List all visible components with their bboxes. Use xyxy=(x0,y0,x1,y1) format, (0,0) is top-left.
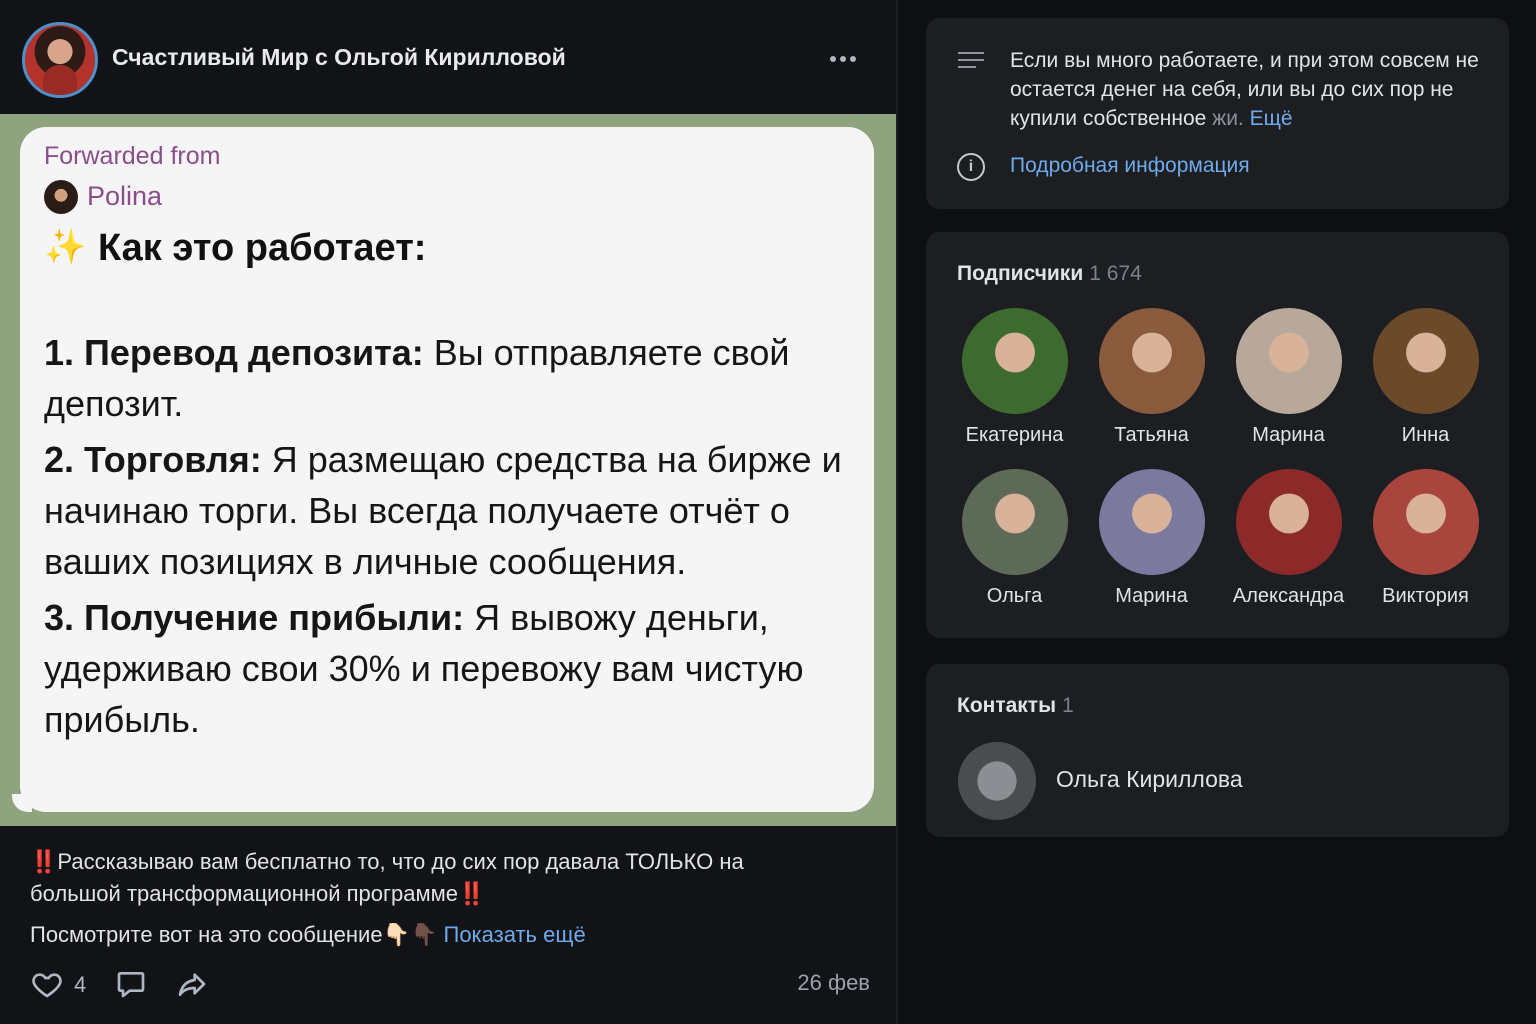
subscriber-item[interactable]: Екатерина xyxy=(946,308,1083,447)
about-more-link[interactable]: Ещё xyxy=(1250,107,1293,130)
about-card: Если вы много работаете, и при этом совс… xyxy=(926,18,1509,209)
double-exclamation-icon: ‼️ xyxy=(458,881,486,906)
post-header: Счастливый Мир с Ольгой Кирилловой xyxy=(0,0,896,114)
contacts-count: 1 xyxy=(1062,694,1074,717)
message-body: 1. Перевод депозита: Вы отправляете свой… xyxy=(44,327,844,750)
like-count: 4 xyxy=(74,972,87,997)
caption-text: Рассказываю вам бесплатно то, что до сих… xyxy=(30,849,744,906)
subscriber-item[interactable]: Марина xyxy=(1220,308,1357,447)
forwarded-image[interactable]: Forwarded from Polina ✨ Как это работает… xyxy=(0,114,896,826)
more-options-icon[interactable] xyxy=(830,56,862,66)
forwarded-author-name: Polina xyxy=(87,181,163,211)
double-exclamation-icon: ‼️ xyxy=(30,849,58,874)
subscriber-name: Марина xyxy=(1115,585,1188,607)
forwarded-from-label: Forwarded from xyxy=(44,142,221,170)
subscribers-card: Подписчики 1 674 Екатерина Татьяна Марина Ин… xyxy=(926,232,1509,638)
subscriber-avatar xyxy=(1372,308,1479,414)
contact-item[interactable]: Ольга Кириллова xyxy=(958,742,1478,822)
contacts-title-text: Контакты xyxy=(957,694,1057,717)
subscriber-avatar xyxy=(1098,308,1205,414)
subscriber-avatar xyxy=(961,308,1068,414)
step-heading: 3. Получение прибыли: xyxy=(44,597,465,638)
heart-icon[interactable] xyxy=(30,968,64,1000)
subscriber-item[interactable]: Татьяна xyxy=(1083,308,1220,447)
subscriber-name: Ольга xyxy=(986,585,1043,607)
post-date[interactable]: 26 фев xyxy=(797,970,870,996)
subscriber-item[interactable]: Инна xyxy=(1357,308,1494,447)
about-text-faded: жи. xyxy=(1212,107,1244,130)
comment-icon[interactable] xyxy=(114,968,148,1000)
caption-line2-text: Посмотрите вот на это сообщение👇🏻👇🏿 xyxy=(30,922,438,947)
app-root: Счастливый Мир с Ольгой Кирилловой Forwa… xyxy=(0,0,1536,1024)
post-actions: 4 26 фев xyxy=(30,964,870,1004)
description-icon xyxy=(958,52,984,72)
subscriber-item[interactable]: Виктория xyxy=(1357,469,1494,608)
step-item: 1. Перевод депозита: Вы отправляете свой… xyxy=(44,327,844,429)
subscriber-name: Александра xyxy=(1232,585,1345,607)
channel-avatar[interactable] xyxy=(22,22,98,98)
about-text-main: Если вы много работаете, и при этом совс… xyxy=(1010,49,1479,130)
subscriber-name: Инна xyxy=(1401,424,1450,446)
subscriber-avatar xyxy=(1098,469,1205,575)
subscriber-name: Марина xyxy=(1252,424,1325,446)
subscriber-name: Екатерина xyxy=(965,424,1064,446)
subscriber-item[interactable]: Марина xyxy=(1083,469,1220,608)
post: Счастливый Мир с Ольгой Кирилловой Forwa… xyxy=(0,0,896,1024)
subscriber-avatar xyxy=(961,469,1068,575)
subscriber-avatar xyxy=(1235,308,1342,414)
subscribers-count: 1 674 xyxy=(1089,262,1142,285)
contact-avatar xyxy=(958,742,1036,820)
subscriber-name: Виктория xyxy=(1382,585,1469,607)
show-more-link[interactable]: Показать ещё xyxy=(444,922,586,947)
detailed-info-link[interactable]: Подробная информация xyxy=(1010,154,1250,178)
share-icon[interactable] xyxy=(174,968,210,1000)
step-item: 3. Получение прибыли: Я вывожу деньги, у… xyxy=(44,592,844,745)
subscriber-avatar xyxy=(1235,469,1342,575)
column-divider xyxy=(896,0,898,1024)
subscriber-item[interactable]: Ольга xyxy=(946,469,1083,608)
subscribers-title-text: Подписчики xyxy=(957,262,1084,285)
info-icon: i xyxy=(957,153,985,181)
channel-name[interactable]: Счастливый Мир с Ольгой Кирилловой xyxy=(112,44,566,71)
post-caption: ‼️Рассказываю вам бесплатно то, что до с… xyxy=(30,846,810,910)
step-item: 2. Торговля: Я размещаю средства на бирж… xyxy=(44,434,844,587)
subscribers-title[interactable]: Подписчики 1 674 xyxy=(957,262,1142,286)
forwarded-author-avatar xyxy=(44,180,78,214)
sparkles-icon: ✨ xyxy=(44,228,87,266)
about-text: Если вы много работаете, и при этом совс… xyxy=(1010,46,1480,133)
forwarded-message-bubble: Forwarded from Polina ✨ Как это работает… xyxy=(20,127,874,812)
step-heading: 1. Перевод депозита: xyxy=(44,332,424,373)
subscriber-name: Татьяна xyxy=(1114,424,1189,446)
post-caption-line2: Посмотрите вот на это сообщение👇🏻👇🏿 Пока… xyxy=(30,922,586,948)
message-title: Как это работает: xyxy=(98,227,427,269)
subscribers-grid: Екатерина Татьяна Марина Инна Ольга Марина Але… xyxy=(946,308,1494,608)
contacts-title[interactable]: Контакты 1 xyxy=(957,694,1074,718)
bubble-tail xyxy=(12,794,32,812)
subscriber-item[interactable]: Александра xyxy=(1220,469,1357,608)
subscriber-avatar xyxy=(1372,469,1479,575)
contact-name: Ольга Кириллова xyxy=(1056,766,1243,792)
step-heading: 2. Торговля: xyxy=(44,439,262,480)
contacts-card: Контакты 1 Ольга Кириллова xyxy=(926,664,1509,837)
